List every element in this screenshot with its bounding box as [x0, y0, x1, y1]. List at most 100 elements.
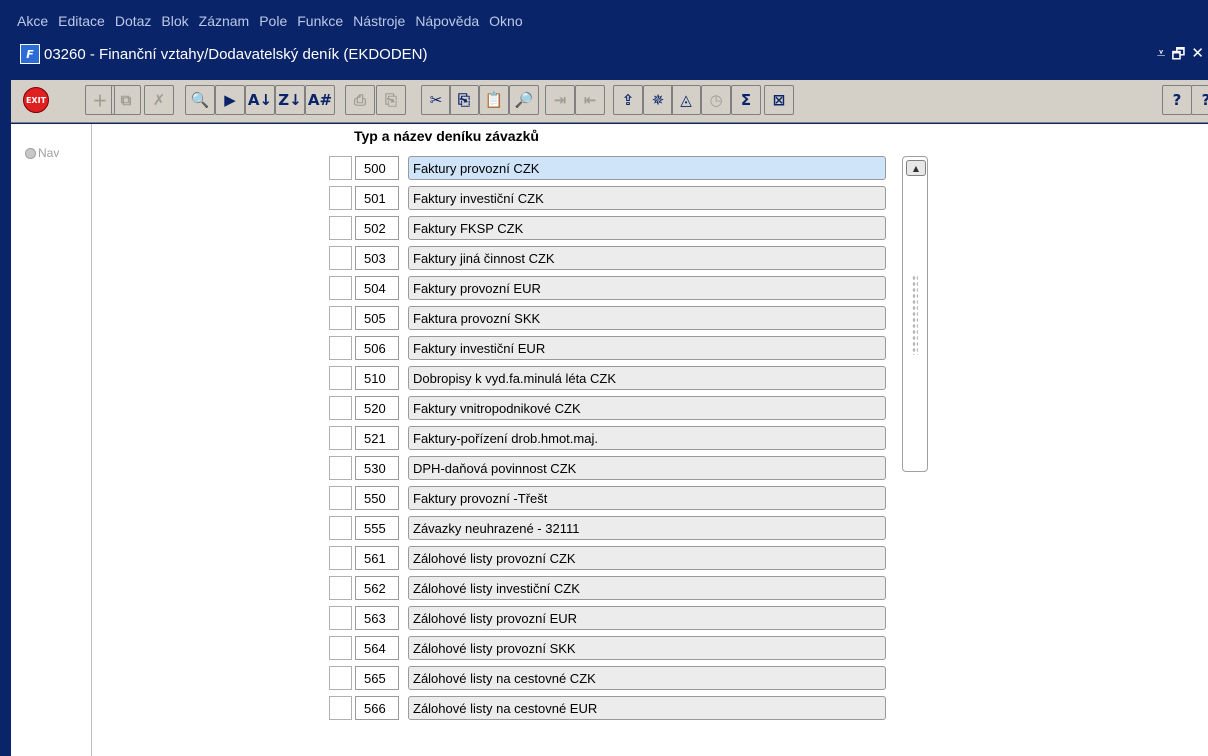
- journal-name-field[interactable]: Faktury vnitropodnikové CZK: [408, 396, 886, 420]
- journal-code-field[interactable]: 530: [355, 456, 399, 480]
- menu-item[interactable]: Funkce: [297, 13, 343, 29]
- journal-code-field[interactable]: 510: [355, 366, 399, 390]
- journal-code-field[interactable]: 565: [355, 666, 399, 690]
- scroll-up-icon[interactable]: ▲: [906, 160, 926, 176]
- journal-name-field[interactable]: Zálohové listy na cestovné CZK: [408, 666, 886, 690]
- record-selector[interactable]: [329, 186, 352, 210]
- export-button[interactable]: ⇪: [613, 85, 643, 115]
- record-selector[interactable]: [329, 486, 352, 510]
- journal-code-field[interactable]: 502: [355, 216, 399, 240]
- restore-icon[interactable]: 🗗: [1171, 44, 1185, 69]
- journal-name-field[interactable]: Zálohové listy provozní EUR: [408, 606, 886, 630]
- journal-name-field[interactable]: Závazky neuhrazené - 32111: [408, 516, 886, 540]
- excel-button[interactable]: ⊠: [764, 85, 794, 115]
- journal-name-field[interactable]: Faktury provozní -Třešt: [408, 486, 886, 510]
- menu-item[interactable]: Okno: [489, 13, 522, 29]
- tools-button[interactable]: ✵: [643, 85, 673, 115]
- journal-code-field[interactable]: 550: [355, 486, 399, 510]
- record-selector[interactable]: [329, 396, 352, 420]
- journal-code-field[interactable]: 500: [355, 156, 399, 180]
- journal-code-field[interactable]: 506: [355, 336, 399, 360]
- scroll-grip[interactable]: [912, 275, 918, 355]
- journal-name-field[interactable]: Faktury investiční EUR: [408, 336, 886, 360]
- exit-button[interactable]: EXIT: [21, 85, 51, 115]
- delete-record-button[interactable]: ✗: [144, 85, 174, 115]
- outdent-button[interactable]: ⇤: [575, 85, 605, 115]
- sort-desc-button[interactable]: Z↓: [275, 85, 305, 115]
- journal-name-field[interactable]: Faktury provozní CZK: [408, 156, 886, 180]
- record-selector[interactable]: [329, 456, 352, 480]
- journal-name-field[interactable]: Faktury-pořízení drob.hmot.maj.: [408, 426, 886, 450]
- journal-code-field[interactable]: 505: [355, 306, 399, 330]
- indent-button[interactable]: ⇥: [545, 85, 575, 115]
- journal-name-field[interactable]: Dobropisy k vyd.fa.minulá léta CZK: [408, 366, 886, 390]
- menu-item[interactable]: Nápověda: [415, 13, 479, 29]
- menu-item[interactable]: Akce: [17, 13, 48, 29]
- minimize-icon[interactable]: ⩡: [1157, 44, 1165, 69]
- journal-name-field[interactable]: Faktury investiční CZK: [408, 186, 886, 210]
- record-selector[interactable]: [329, 516, 352, 540]
- query-execute-button[interactable]: ▶: [215, 85, 245, 115]
- journal-code-field[interactable]: 520: [355, 396, 399, 420]
- close-icon[interactable]: ✕: [1191, 44, 1204, 69]
- record-selector[interactable]: [329, 336, 352, 360]
- menu-item[interactable]: Záznam: [199, 13, 250, 29]
- journal-code-field[interactable]: 566: [355, 696, 399, 720]
- copy-button[interactable]: ⎘: [449, 85, 479, 115]
- vertical-scrollbar[interactable]: ▲: [902, 156, 928, 472]
- journal-code-field[interactable]: 501: [355, 186, 399, 210]
- journal-name-field[interactable]: Zálohové listy na cestovné EUR: [408, 696, 886, 720]
- journal-name-field[interactable]: Faktury FKSP CZK: [408, 216, 886, 240]
- record-selector[interactable]: [329, 156, 352, 180]
- context-help-button[interactable]: ?: [1191, 85, 1208, 115]
- journal-code-field[interactable]: 504: [355, 276, 399, 300]
- journal-name-field[interactable]: Faktury jiná činnost CZK: [408, 246, 886, 270]
- journal-name-field[interactable]: Zálohové listy provozní SKK: [408, 636, 886, 660]
- cut-button[interactable]: ✂: [421, 85, 451, 115]
- record-selector[interactable]: [329, 636, 352, 660]
- journal-code-field[interactable]: 561: [355, 546, 399, 570]
- journal-code-field[interactable]: 521: [355, 426, 399, 450]
- record-selector[interactable]: [329, 276, 352, 300]
- menu-item[interactable]: Editace: [58, 13, 105, 29]
- menu-item[interactable]: Nástroje: [353, 13, 405, 29]
- journal-name-field[interactable]: Faktury provozní EUR: [408, 276, 886, 300]
- journal-code-field[interactable]: 503: [355, 246, 399, 270]
- table-row: 550 Faktury provozní -Třešt: [11, 486, 911, 512]
- journal-name-field[interactable]: Zálohové listy provozní CZK: [408, 546, 886, 570]
- record-selector[interactable]: [329, 246, 352, 270]
- record-selector[interactable]: [329, 366, 352, 390]
- journal-code-field[interactable]: 563: [355, 606, 399, 630]
- find-button[interactable]: 🔎: [509, 85, 539, 115]
- menu-item[interactable]: Blok: [161, 13, 188, 29]
- record-selector[interactable]: [329, 426, 352, 450]
- print-button[interactable]: ⎙: [345, 85, 375, 115]
- copy-record-button[interactable]: ⧉: [111, 85, 141, 115]
- record-selector[interactable]: [329, 306, 352, 330]
- journal-name-field[interactable]: Faktura provozní SKK: [408, 306, 886, 330]
- menu-item[interactable]: Dotaz: [115, 13, 152, 29]
- help-button[interactable]: ?: [1162, 85, 1192, 115]
- journal-name-field[interactable]: DPH-daňová povinnost CZK: [408, 456, 886, 480]
- record-selector[interactable]: [329, 216, 352, 240]
- print-preview-button[interactable]: ⎘: [376, 85, 406, 115]
- paste-button[interactable]: 📋: [479, 85, 509, 115]
- query-enter-button[interactable]: 🔍: [185, 85, 215, 115]
- journal-code-field[interactable]: 555: [355, 516, 399, 540]
- calendar-button[interactable]: ◷: [701, 85, 731, 115]
- new-record-icon: ＋: [92, 91, 108, 110]
- journal-code-field[interactable]: 564: [355, 636, 399, 660]
- record-selector[interactable]: [329, 546, 352, 570]
- record-selector[interactable]: [329, 696, 352, 720]
- record-selector[interactable]: [329, 666, 352, 690]
- journal-name-field[interactable]: Zálohové listy investiční CZK: [408, 576, 886, 600]
- view-button[interactable]: ◬: [671, 85, 701, 115]
- record-selector[interactable]: [329, 606, 352, 630]
- sort-asc-button[interactable]: A↓: [245, 85, 275, 115]
- sum-button[interactable]: Σ: [731, 85, 761, 115]
- menu-item[interactable]: Pole: [259, 13, 287, 29]
- journal-code-field[interactable]: 562: [355, 576, 399, 600]
- query-enter-icon: 🔍: [190, 91, 210, 109]
- sort-multi-button[interactable]: A#: [305, 85, 335, 115]
- record-selector[interactable]: [329, 576, 352, 600]
